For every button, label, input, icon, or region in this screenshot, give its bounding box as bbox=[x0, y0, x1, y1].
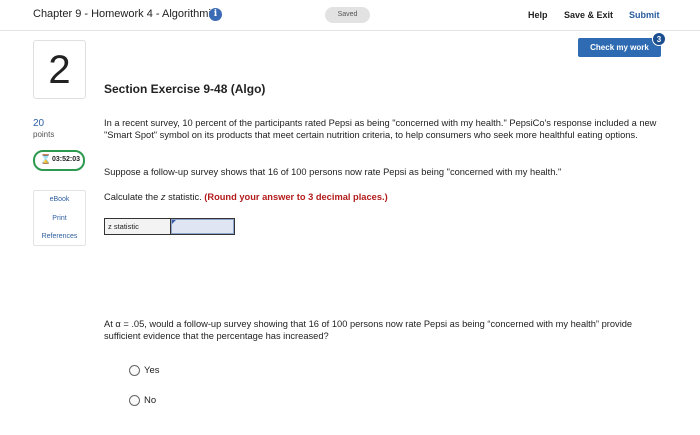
hypothesis-question: At α = .05, would a follow-up survey sho… bbox=[104, 319, 633, 341]
problem-paragraph-1: In a recent survey, 10 percent of the pa… bbox=[104, 118, 657, 140]
section-title: Section Exercise 9-48 (Algo) bbox=[104, 82, 266, 96]
check-my-work-button[interactable]: Check my work bbox=[578, 38, 661, 57]
info-icon[interactable]: i bbox=[209, 8, 222, 21]
instruction-prefix: Calculate the bbox=[104, 192, 161, 202]
option-no[interactable]: No bbox=[129, 395, 156, 406]
option-yes[interactable]: Yes bbox=[129, 365, 160, 376]
z-statistic-table: z statistic bbox=[104, 218, 235, 235]
radio-yes[interactable] bbox=[129, 365, 140, 376]
save-exit-link[interactable]: Save & Exit bbox=[564, 10, 613, 20]
help-link[interactable]: Help bbox=[528, 10, 548, 20]
ebook-link[interactable]: eBook bbox=[34, 196, 85, 203]
assignment-title: Chapter 9 - Homework 4 - Algorithmic bbox=[33, 8, 217, 20]
z-statistic-label: z statistic bbox=[105, 219, 171, 234]
instruction-mid: statistic. bbox=[165, 192, 205, 202]
instruction-paragraph: Calculate the z statistic. (Round your a… bbox=[104, 191, 664, 203]
saved-status-badge: Saved bbox=[325, 7, 370, 23]
print-link[interactable]: Print bbox=[34, 215, 85, 222]
points-label: points bbox=[33, 130, 55, 139]
timer-badge: ⌛ 03:52:03 bbox=[33, 150, 85, 171]
points-value: 20 bbox=[33, 118, 45, 129]
problem-paragraph-2: Suppose a follow-up survey shows that 16… bbox=[104, 167, 562, 177]
z-statistic-input[interactable] bbox=[171, 219, 234, 234]
option-yes-label: Yes bbox=[144, 365, 160, 376]
rounding-instruction: (Round your answer to 3 decimal places.) bbox=[204, 192, 388, 202]
top-bar: Chapter 9 - Homework 4 - Algorithmic i S… bbox=[0, 0, 700, 31]
resource-links: eBook Print References bbox=[33, 190, 86, 246]
submit-link[interactable]: Submit bbox=[629, 10, 660, 20]
timer-text: 03:52:03 bbox=[52, 156, 81, 163]
question-number: 2 bbox=[33, 40, 86, 99]
references-link[interactable]: References bbox=[34, 233, 85, 240]
radio-no[interactable] bbox=[129, 395, 140, 406]
check-count-badge: 3 bbox=[652, 32, 666, 46]
hourglass-icon: ⌛ bbox=[40, 154, 52, 164]
option-no-label: No bbox=[144, 395, 157, 406]
